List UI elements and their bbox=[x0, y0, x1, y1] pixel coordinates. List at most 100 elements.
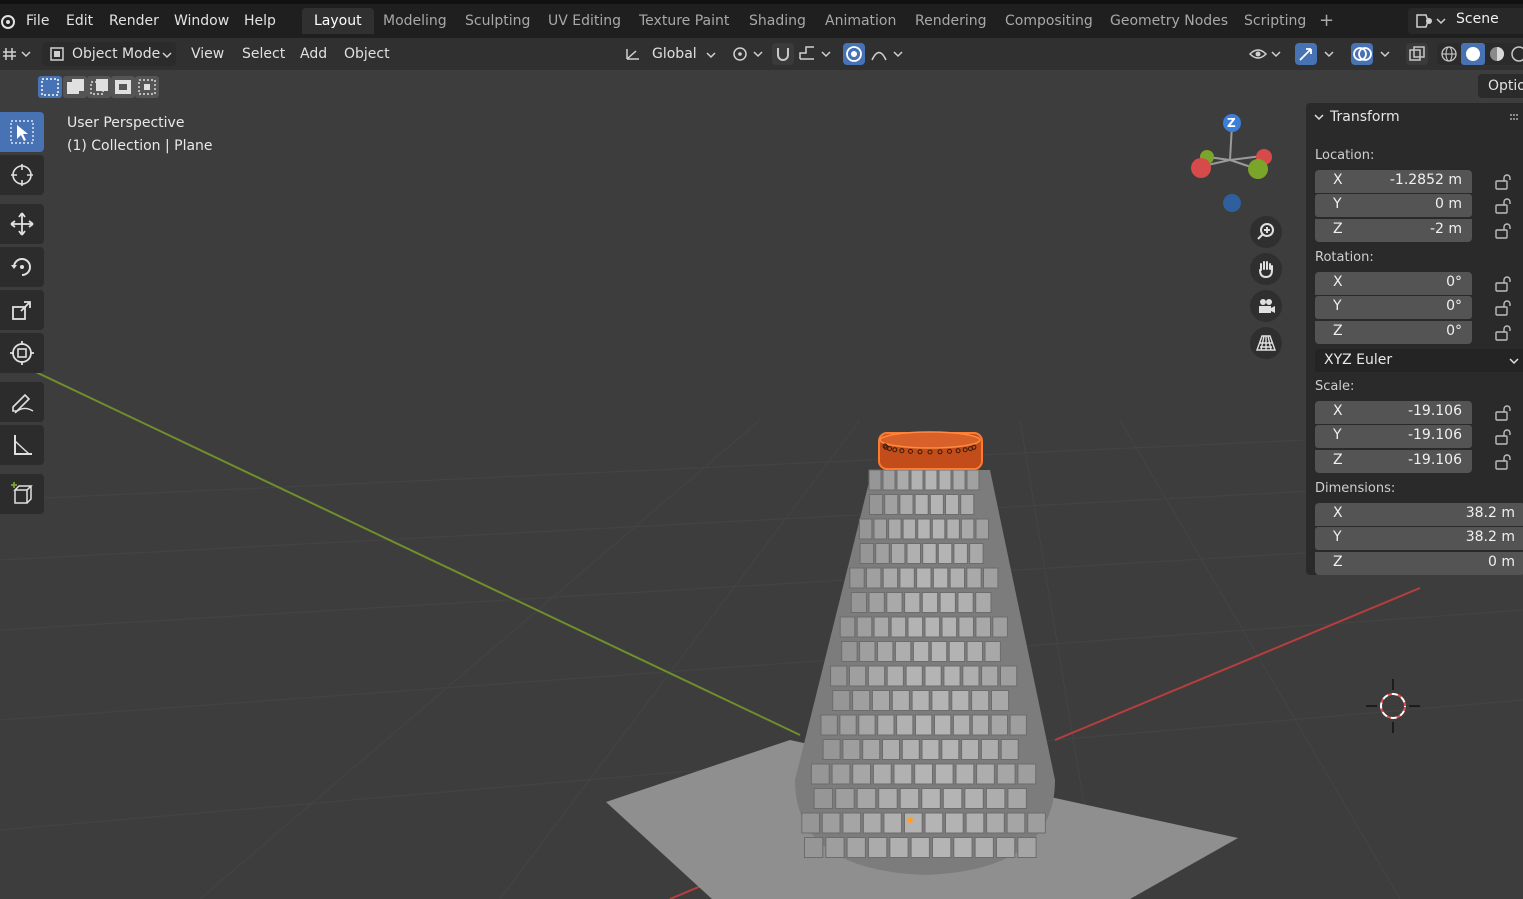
scale-y-field[interactable]: Y -19.106 bbox=[1315, 425, 1472, 448]
unlocked-icon[interactable] bbox=[1494, 276, 1512, 292]
dimensions-z-field[interactable]: Z 0 m bbox=[1315, 552, 1523, 575]
unlocked-icon[interactable] bbox=[1494, 325, 1512, 341]
tab-animation[interactable]: Animation bbox=[819, 8, 902, 34]
selected-ring-object[interactable] bbox=[878, 431, 983, 470]
tool-add-cube[interactable] bbox=[0, 474, 44, 514]
snap-target-icon[interactable] bbox=[798, 45, 834, 63]
menu-add[interactable]: Add bbox=[300, 42, 327, 66]
tool-annotate[interactable] bbox=[0, 382, 44, 422]
tool-rotate[interactable] bbox=[0, 247, 44, 287]
scale-z-field[interactable]: Z -19.106 bbox=[1315, 450, 1472, 473]
unlocked-icon[interactable] bbox=[1494, 198, 1512, 214]
tower-block bbox=[1009, 714, 1027, 736]
menu-select[interactable]: Select bbox=[242, 42, 285, 66]
select-extend-icon[interactable] bbox=[63, 76, 87, 98]
perspective-toggle-button[interactable] bbox=[1250, 327, 1282, 359]
panel-title[interactable]: Transform bbox=[1330, 109, 1400, 125]
menu-help[interactable]: Help bbox=[238, 8, 282, 34]
mode-dropdown[interactable]: Object Mode bbox=[42, 42, 176, 66]
menu-edit[interactable]: Edit bbox=[60, 8, 99, 34]
wireframe-shading-icon[interactable] bbox=[1440, 45, 1458, 63]
3d-cursor-icon[interactable] bbox=[1366, 679, 1420, 733]
tower-block bbox=[883, 812, 903, 834]
pivot-point-icon[interactable] bbox=[730, 45, 766, 63]
tab-layout[interactable]: Layout bbox=[302, 8, 374, 34]
tab-rendering[interactable]: Rendering bbox=[909, 8, 993, 34]
transform-panel: Transform Location: X -1.2852 m Y 0 m Z -2 … bbox=[1306, 103, 1523, 575]
3d-viewport[interactable]: Z User Perspective (1) Collection | Plan… bbox=[0, 70, 1523, 899]
zoom-button[interactable] bbox=[1250, 216, 1282, 248]
rendered-shading-icon[interactable] bbox=[1510, 45, 1523, 63]
solid-shading-button[interactable] bbox=[1461, 43, 1485, 65]
camera-view-button[interactable] bbox=[1250, 290, 1282, 322]
tool-measure[interactable] bbox=[0, 425, 44, 465]
editor-type-icon[interactable] bbox=[2, 45, 32, 63]
options-dropdown[interactable]: Optio bbox=[1478, 74, 1523, 98]
location-z-field[interactable]: Z -2 m bbox=[1315, 219, 1472, 242]
pan-button[interactable] bbox=[1250, 253, 1282, 285]
unlocked-icon[interactable] bbox=[1494, 300, 1512, 316]
tab-uv-editing[interactable]: UV Editing bbox=[542, 8, 627, 34]
axis-label: Z bbox=[1333, 452, 1343, 468]
scene-canvas[interactable] bbox=[0, 70, 1523, 899]
gizmo-toggle[interactable] bbox=[1295, 43, 1317, 65]
transform-orientation-dropdown[interactable]: Global bbox=[620, 42, 718, 66]
select-invert-icon[interactable] bbox=[111, 76, 135, 98]
visibility-eye-icon[interactable] bbox=[1248, 45, 1284, 63]
scale-x-field[interactable]: X -19.106 bbox=[1315, 401, 1472, 424]
snap-toggle[interactable] bbox=[772, 43, 794, 65]
add-workspace-icon[interactable]: + bbox=[1313, 8, 1340, 34]
overlays-toggle[interactable] bbox=[1351, 43, 1373, 65]
menu-window[interactable]: Window bbox=[168, 8, 235, 34]
unlocked-icon[interactable] bbox=[1494, 454, 1512, 470]
chevron-down-icon[interactable] bbox=[1324, 50, 1334, 58]
tool-cursor[interactable] bbox=[0, 155, 44, 195]
select-subtract-icon[interactable] bbox=[87, 76, 111, 98]
rotate-icon bbox=[11, 258, 31, 276]
blender-logo-icon[interactable] bbox=[0, 12, 16, 30]
tool-scale[interactable] bbox=[0, 290, 44, 330]
menu-render[interactable]: Render bbox=[103, 8, 165, 34]
select-intersect-icon[interactable] bbox=[135, 76, 159, 98]
tower-block bbox=[915, 714, 933, 736]
location-x-field[interactable]: X -1.2852 m bbox=[1315, 170, 1472, 193]
tab-compositing[interactable]: Compositing bbox=[999, 8, 1099, 34]
menu-object[interactable]: Object bbox=[344, 42, 390, 66]
proportional-editing-toggle[interactable] bbox=[843, 43, 865, 65]
chevron-down-icon[interactable] bbox=[1380, 50, 1390, 58]
tool-move[interactable] bbox=[0, 204, 44, 244]
tab-modeling[interactable]: Modeling bbox=[377, 8, 453, 34]
tab-texture-paint[interactable]: Texture Paint bbox=[633, 8, 735, 34]
hand-icon bbox=[1259, 261, 1273, 279]
menu-file[interactable]: File bbox=[20, 8, 55, 34]
rotation-y-field[interactable]: Y 0° bbox=[1315, 296, 1472, 319]
drag-handle-icon[interactable] bbox=[1509, 113, 1519, 121]
rotation-z-field[interactable]: Z 0° bbox=[1315, 321, 1472, 344]
unlocked-icon[interactable] bbox=[1494, 429, 1512, 445]
unlocked-icon[interactable] bbox=[1494, 174, 1512, 190]
rotation-x-field[interactable]: X 0° bbox=[1315, 272, 1472, 295]
select-new-button[interactable] bbox=[38, 76, 62, 98]
tab-shading[interactable]: Shading bbox=[743, 8, 812, 34]
tab-sculpting[interactable]: Sculpting bbox=[459, 8, 536, 34]
menu-view[interactable]: View bbox=[191, 42, 224, 66]
unlocked-icon[interactable] bbox=[1494, 223, 1512, 239]
tab-scripting[interactable]: Scripting bbox=[1238, 8, 1312, 34]
dimensions-x-field[interactable]: X 38.2 m bbox=[1315, 503, 1523, 526]
location-y-field[interactable]: Y 0 m bbox=[1315, 194, 1472, 217]
chevron-down-icon[interactable] bbox=[1314, 113, 1324, 121]
tool-select-box[interactable] bbox=[0, 112, 44, 152]
tower-block bbox=[991, 690, 1010, 711]
xray-toggle[interactable] bbox=[1406, 43, 1428, 65]
rotation-mode-dropdown[interactable]: XYZ Euler bbox=[1315, 349, 1523, 372]
scene-selector[interactable]: Scene bbox=[1408, 8, 1523, 34]
unlocked-icon[interactable] bbox=[1494, 405, 1512, 421]
tower-block bbox=[862, 812, 882, 834]
dimensions-y-field[interactable]: Y 38.2 m bbox=[1315, 527, 1523, 550]
tab-geometry-nodes[interactable]: Geometry Nodes bbox=[1104, 8, 1234, 34]
axis-label: X bbox=[1333, 172, 1343, 188]
material-shading-icon[interactable] bbox=[1488, 45, 1506, 63]
falloff-icon[interactable] bbox=[870, 45, 906, 63]
field-value: -19.106 bbox=[1407, 427, 1462, 443]
tool-transform[interactable] bbox=[0, 333, 44, 373]
